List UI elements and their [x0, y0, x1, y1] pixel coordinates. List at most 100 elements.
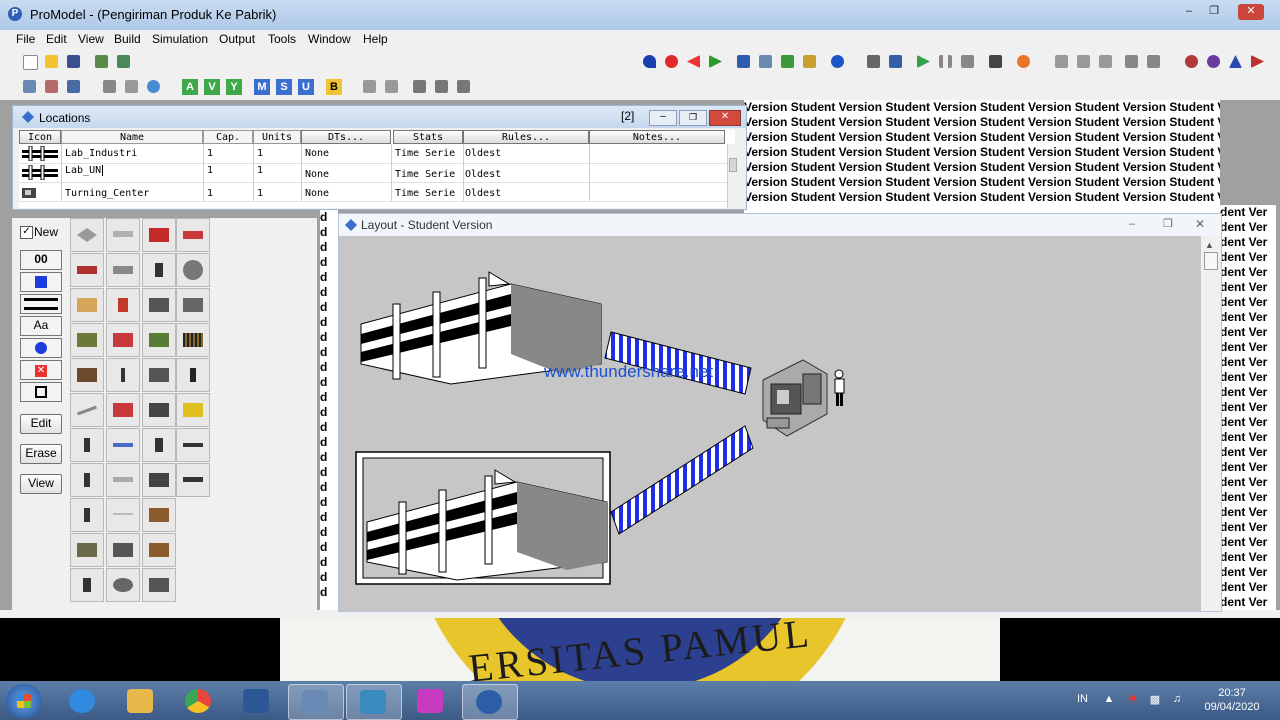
- taskbar-chrome[interactable]: [172, 684, 226, 718]
- toolbar-u-button[interactable]: U: [298, 79, 314, 95]
- header-stats-button[interactable]: Stats: [393, 130, 463, 144]
- graphic-truck-icon[interactable]: [142, 218, 176, 252]
- graphic-tool-icon[interactable]: [176, 428, 210, 462]
- entity-spot-tool-button[interactable]: ✕: [20, 360, 62, 380]
- graphic-shelf-icon[interactable]: [176, 323, 210, 357]
- tray-flag-icon[interactable]: ⚑: [1126, 693, 1140, 707]
- print-preview-icon[interactable]: [116, 54, 132, 70]
- menu-simulation[interactable]: Simulation: [152, 32, 208, 46]
- location-units[interactable]: 1: [257, 165, 263, 176]
- location-stats[interactable]: Time Serie: [395, 169, 461, 180]
- graphic-worker-icon[interactable]: [142, 253, 176, 287]
- erase-button[interactable]: Erase: [20, 444, 62, 464]
- system-clock[interactable]: 20:37 09/04/2020: [1196, 686, 1268, 714]
- location-stats[interactable]: Time Serie: [395, 188, 461, 199]
- refresh-icon[interactable]: [44, 79, 60, 95]
- header-notes-button[interactable]: Notes...: [589, 130, 725, 144]
- header-name[interactable]: Name: [61, 130, 203, 144]
- taskbar-explorer[interactable]: [114, 684, 168, 718]
- path-edit2-icon[interactable]: [1076, 54, 1092, 70]
- open-icon[interactable]: [44, 54, 60, 70]
- camera-icon[interactable]: [124, 79, 140, 95]
- location-stats[interactable]: Time Serie: [395, 148, 461, 159]
- graphic-worker3-icon[interactable]: [70, 463, 104, 497]
- header-units[interactable]: Units: [253, 130, 301, 144]
- graphic-robot-icon[interactable]: [106, 288, 140, 322]
- locations-title-bar[interactable]: Locations [2] – ❐ ✕: [13, 106, 746, 128]
- tray-network-icon[interactable]: ▩: [1148, 693, 1162, 707]
- table-row[interactable]: Lab_UN 1 1 None Time Serie Oldest: [19, 163, 727, 183]
- graphic-pallet2-icon[interactable]: [70, 358, 104, 392]
- location-cap[interactable]: 1: [207, 148, 213, 159]
- locations-scrollbar[interactable]: [727, 144, 737, 208]
- tray-expand-icon[interactable]: ▲: [1102, 693, 1116, 707]
- title-bar[interactable]: P ProModel - (Pengiriman Produk Ke Pabri…: [0, 0, 1280, 30]
- menu-file[interactable]: File: [16, 32, 35, 46]
- toolbar-b-button[interactable]: B: [326, 79, 342, 95]
- path-icon[interactable]: [780, 54, 796, 70]
- location-dts[interactable]: None: [305, 188, 329, 199]
- graphic-box-icon[interactable]: [70, 288, 104, 322]
- location-cap[interactable]: 1: [207, 165, 213, 176]
- start-button[interactable]: [6, 684, 42, 718]
- graphic-car-icon[interactable]: [176, 218, 210, 252]
- align-right-icon[interactable]: [456, 79, 472, 95]
- taskbar-calculator[interactable]: [288, 684, 344, 720]
- graphic-operator-icon[interactable]: [70, 428, 104, 462]
- language-indicator[interactable]: IN: [1077, 693, 1088, 705]
- graphic-lift-icon[interactable]: [106, 323, 140, 357]
- menu-view[interactable]: View: [78, 32, 104, 46]
- search-icon[interactable]: [146, 79, 162, 95]
- location-units[interactable]: 1: [257, 148, 263, 159]
- menu-tools[interactable]: Tools: [268, 32, 296, 46]
- location-dts[interactable]: None: [305, 169, 329, 180]
- delete-icon[interactable]: [1250, 54, 1266, 70]
- header-dts-button[interactable]: DTs...: [301, 130, 391, 144]
- align-center-icon[interactable]: [434, 79, 450, 95]
- graphic-engine-icon[interactable]: [106, 533, 140, 567]
- model-check-icon[interactable]: [642, 54, 658, 70]
- new-checkbox[interactable]: ✓: [20, 226, 33, 239]
- zoom-out-icon[interactable]: [384, 79, 400, 95]
- graphic-crate-icon[interactable]: [142, 533, 176, 567]
- pause-icon[interactable]: [938, 54, 954, 70]
- graphic-pipe-icon[interactable]: [70, 393, 104, 427]
- back-icon[interactable]: [686, 54, 702, 70]
- toolbar-m-button[interactable]: M: [254, 79, 270, 95]
- layout-title-bar[interactable]: Layout - Student Version – ❐ ✕: [339, 214, 1221, 236]
- table-row[interactable]: Lab_Industri 1 1 None Time Serie Oldest: [19, 144, 727, 164]
- layout-icon[interactable]: [736, 54, 752, 70]
- layout-canvas[interactable]: www.thundershare.net: [339, 236, 1201, 611]
- menu-build[interactable]: Build: [114, 32, 141, 46]
- counter-tool-button[interactable]: 00: [20, 250, 62, 270]
- palette-icon[interactable]: [1016, 54, 1032, 70]
- location-name-input[interactable]: Lab_UN: [65, 165, 104, 176]
- window-icon[interactable]: [888, 54, 904, 70]
- locations-minimize-button[interactable]: –: [649, 110, 677, 126]
- menu-help[interactable]: Help: [363, 32, 388, 46]
- run-settings-icon[interactable]: [866, 54, 882, 70]
- layout-vertical-scrollbar[interactable]: ▲: [1201, 236, 1221, 611]
- graphic-arm-icon[interactable]: [142, 463, 176, 497]
- taskbar-app[interactable]: [346, 684, 402, 720]
- maximize-button[interactable]: ❐: [1203, 4, 1225, 20]
- zoom-tool-icon[interactable]: [1146, 54, 1162, 70]
- graphic-drill-icon[interactable]: [176, 463, 210, 497]
- graphic-table-icon[interactable]: [142, 498, 176, 532]
- layout-close-button[interactable]: ✕: [1195, 217, 1205, 231]
- view-button[interactable]: View: [20, 474, 62, 494]
- graphic-worker4-icon[interactable]: [70, 498, 104, 532]
- close-button[interactable]: ✕: [1238, 4, 1264, 20]
- save-icon[interactable]: [66, 54, 82, 70]
- location-name[interactable]: Lab_Industri: [65, 148, 137, 159]
- layout-maximize-button[interactable]: ❐: [1163, 217, 1173, 230]
- region-tool-button[interactable]: [20, 382, 62, 402]
- graphic-crane-icon[interactable]: [106, 358, 140, 392]
- graphic-part-icon[interactable]: [142, 568, 176, 602]
- location-rules[interactable]: Oldest: [465, 148, 501, 159]
- options-icon[interactable]: [802, 54, 818, 70]
- locations-close-button[interactable]: ✕: [709, 110, 741, 126]
- graphic-press-icon[interactable]: [142, 323, 176, 357]
- graphic-rack-icon[interactable]: [176, 288, 210, 322]
- info-icon[interactable]: [830, 54, 846, 70]
